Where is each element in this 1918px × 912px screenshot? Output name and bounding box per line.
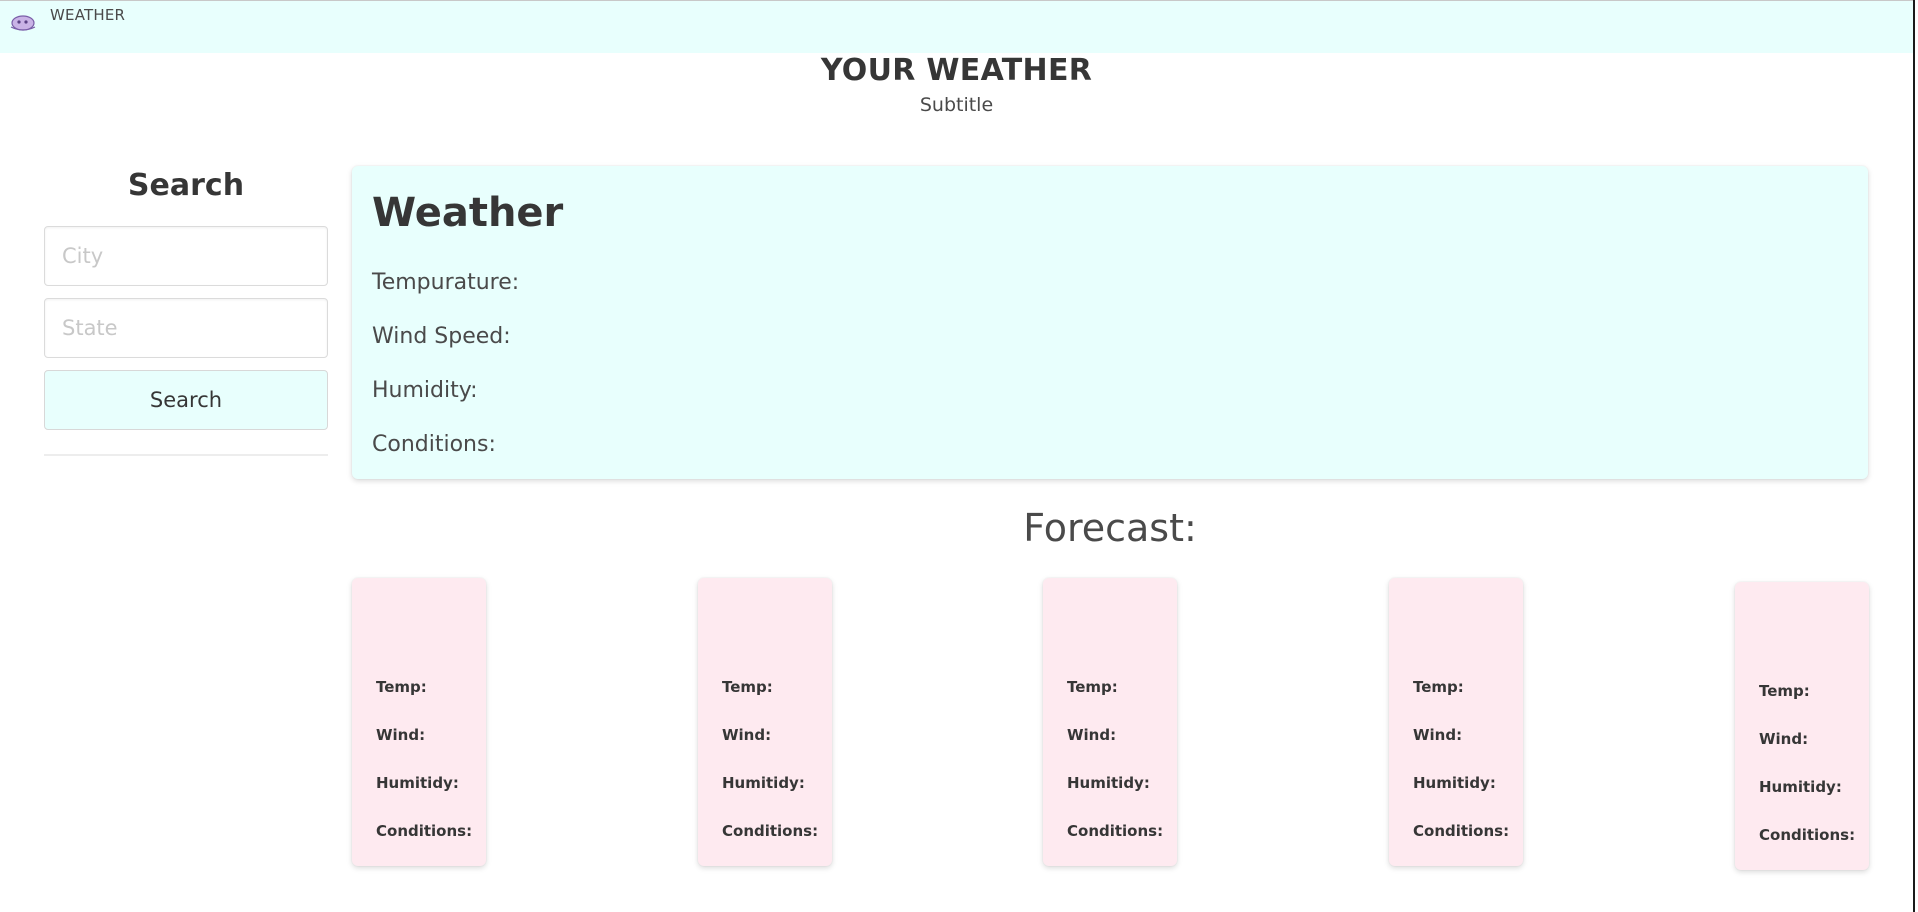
forecast-temp-label: Temp: [1413,678,1464,696]
forecast-conditions-label: Conditions: [722,822,819,840]
window-edge [1913,0,1915,912]
forecast-humidity-label: Humitidy: [1759,778,1842,796]
forecast-temp-label: Temp: [376,678,427,696]
page-title: YOUR WEATHER [820,53,1093,88]
forecast-wind-label: Wind: [1067,726,1117,744]
forecast-conditions-label: Conditions: [1413,822,1510,840]
top-navbar: WEATHER [0,0,1913,53]
temperature-label: Tempurature: [372,270,520,295]
search-button[interactable]: Search [44,370,328,430]
current-weather-card: Weather Tempurature: Wind Speed: Humidit… [352,166,1868,479]
forecast-card: Temp: Wind: Humitidy: Conditions: [1043,578,1177,866]
forecast-humidity-label: Humitidy: [722,774,805,792]
forecast-wind-label: Wind: [722,726,772,744]
conditions-label: Conditions: [372,432,496,457]
forecast-heading: Forecast: [1023,506,1197,550]
forecast-card: Temp: Wind: Humitidy: Conditions: [1389,578,1523,866]
forecast-humidity-label: Humitidy: [376,774,459,792]
forecast-conditions-label: Conditions: [1067,822,1164,840]
forecast-temp-label: Temp: [1759,682,1810,700]
forecast-wind-label: Wind: [1413,726,1463,744]
state-input[interactable] [44,298,328,358]
page-subtitle: Subtitle [919,94,994,116]
forecast-wind-label: Wind: [376,726,426,744]
forecast-humidity-label: Humitidy: [1067,774,1150,792]
city-input[interactable] [44,226,328,286]
forecast-card: Temp: Wind: Humitidy: Conditions: [1735,582,1869,870]
forecast-conditions-label: Conditions: [1759,826,1856,844]
forecast-conditions-label: Conditions: [376,822,473,840]
humidity-label: Humidity: [372,378,478,403]
weather-logo-icon[interactable] [9,13,37,33]
search-heading: Search [127,168,245,203]
forecast-temp-label: Temp: [722,678,773,696]
forecast-temp-label: Temp: [1067,678,1118,696]
navbar-title[interactable]: WEATHER [50,6,125,24]
wind-speed-label: Wind Speed: [372,324,511,349]
forecast-card: Temp: Wind: Humitidy: Conditions: [698,578,832,866]
forecast-wind-label: Wind: [1759,730,1809,748]
weather-card-title: Weather [372,190,564,236]
search-divider [44,454,328,456]
forecast-humidity-label: Humitidy: [1413,774,1496,792]
forecast-card: Temp: Wind: Humitidy: Conditions: [352,578,486,866]
